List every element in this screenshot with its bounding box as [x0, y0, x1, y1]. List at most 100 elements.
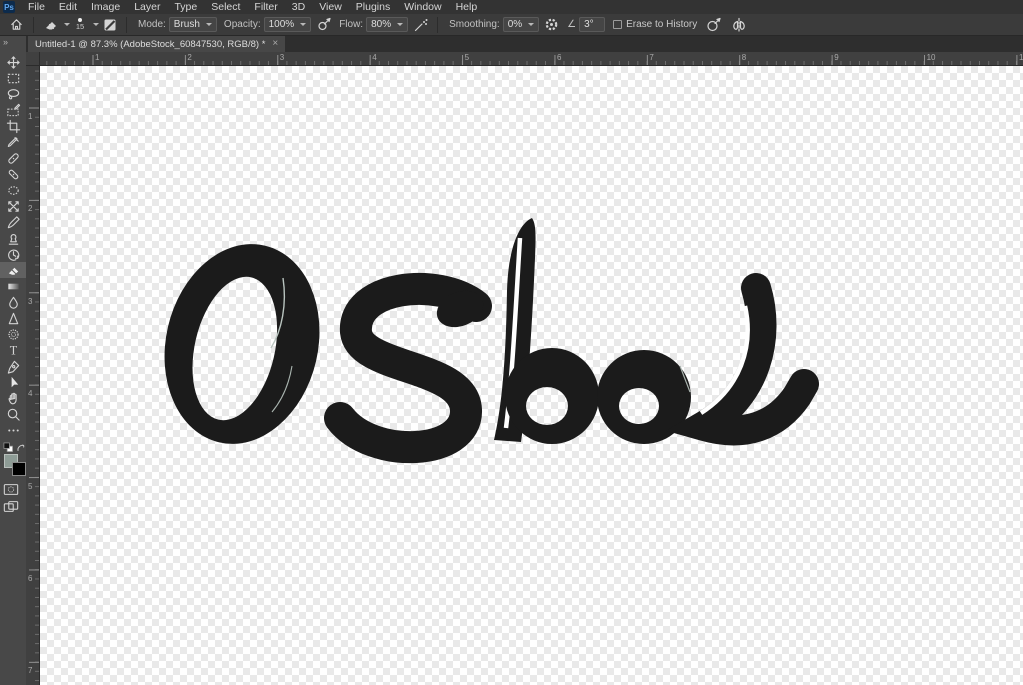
hand-tool[interactable] — [0, 390, 26, 406]
menu-item[interactable]: Help — [449, 0, 485, 14]
flow-dropdown[interactable]: 80% — [366, 17, 408, 32]
menu-bar: Ps FileEditImageLayerTypeSelectFilter3DV… — [0, 0, 1023, 14]
rectangular-marquee-tool[interactable] — [0, 70, 26, 86]
airbrush-icon[interactable] — [412, 16, 429, 33]
opacity-dropdown[interactable]: 100% — [264, 17, 312, 32]
horizontal-ruler[interactable]: 1234567891011 — [40, 52, 1023, 66]
chevron-down-icon[interactable] — [64, 23, 70, 26]
pressure-size-icon[interactable] — [705, 16, 722, 33]
type-tool[interactable]: T — [0, 342, 26, 358]
crop-tool[interactable] — [0, 118, 26, 134]
photoshop-logo: Ps — [3, 1, 15, 13]
menu-item[interactable]: Edit — [52, 0, 84, 14]
gear-icon[interactable] — [543, 16, 560, 33]
screen-mode-button[interactable] — [3, 499, 23, 513]
menu-item[interactable]: File — [21, 0, 52, 14]
pen-tool[interactable] — [0, 358, 26, 374]
path-selection-tool[interactable] — [0, 374, 26, 390]
tab-close-icon[interactable]: × — [272, 39, 278, 49]
menu-item[interactable]: View — [312, 0, 349, 14]
sharpen-tool[interactable] — [0, 310, 26, 326]
tools-list: T — [0, 54, 26, 438]
eraser-preset-icon[interactable] — [42, 16, 59, 33]
document-tab[interactable]: Untitled-1 @ 87.3% (AdobeStock_60847530,… — [28, 36, 285, 52]
angle-input[interactable]: 3° — [579, 17, 605, 32]
menu-item[interactable]: Plugins — [349, 0, 397, 14]
object-selection-tool[interactable] — [0, 102, 26, 118]
vertical-ruler[interactable]: 1234567 — [26, 66, 40, 685]
separator — [437, 17, 438, 33]
ruler-label: 6 — [557, 53, 561, 62]
brush-size: 15 — [76, 23, 84, 31]
artwork-letter-b — [494, 218, 599, 444]
eraser-tool[interactable] — [0, 262, 26, 278]
menu-item[interactable]: Window — [397, 0, 448, 14]
history-brush-tool[interactable] — [0, 246, 26, 262]
edit-toolbar-ellipsis[interactable] — [0, 422, 26, 438]
ruler-corner[interactable] — [26, 52, 40, 66]
ruler-label: 9 — [834, 53, 838, 62]
chevron-down-icon — [528, 23, 534, 26]
ruler-label: 7 — [649, 53, 653, 62]
mode-label: Mode: — [138, 19, 166, 30]
opacity-value: 100% — [269, 19, 295, 30]
angle-value: 3° — [584, 19, 594, 30]
separator — [126, 17, 127, 33]
move-tool[interactable] — [0, 54, 26, 70]
artwork-osba — [40, 66, 1023, 685]
menu-item[interactable]: Type — [167, 0, 204, 14]
chevron-down-icon[interactable] — [93, 23, 99, 26]
mode-value: Brush — [174, 19, 200, 30]
quick-mask-button[interactable] — [3, 482, 23, 496]
brush-preview-icon[interactable]: 15 — [72, 16, 88, 33]
toggle-brush-settings-icon[interactable] — [101, 16, 118, 33]
options-bar: 15 Mode: Brush Opacity: 100% Flow: 80% S… — [0, 14, 1023, 36]
paint-symmetry-icon[interactable] — [730, 16, 747, 33]
menu-item[interactable]: 3D — [285, 0, 312, 14]
ruler-label: 4 — [372, 53, 376, 62]
erase-to-history-label: Erase to History — [626, 19, 697, 30]
erase-to-history-checkbox[interactable] — [613, 20, 622, 29]
ruler-label: 3 — [280, 53, 284, 62]
document-tab-bar: Untitled-1 @ 87.3% (AdobeStock_60847530,… — [26, 36, 1023, 52]
chevron-down-icon — [206, 23, 212, 26]
color-controls — [0, 440, 26, 513]
ruler-label: 1 — [28, 112, 32, 121]
document-tab-title: Untitled-1 @ 87.3% (AdobeStock_60847530,… — [35, 39, 265, 50]
clone-stamp-tool[interactable] — [0, 230, 26, 246]
lasso-tool[interactable] — [0, 86, 26, 102]
spot-healing-brush-tool[interactable] — [0, 150, 26, 166]
ruler-label: 10 — [927, 53, 936, 62]
menu-item[interactable]: Layer — [127, 0, 167, 14]
brush-tool[interactable] — [0, 214, 26, 230]
menu-item[interactable]: Select — [204, 0, 247, 14]
ruler-label: 3 — [28, 297, 32, 306]
mode-dropdown[interactable]: Brush — [169, 17, 217, 32]
canvas[interactable] — [40, 66, 1023, 685]
zoom-tool[interactable] — [0, 406, 26, 422]
toolbar-collapse-chevrons[interactable]: » — [0, 36, 26, 50]
healing-brush-tool[interactable] — [0, 166, 26, 182]
opacity-label: Opacity: — [224, 19, 261, 30]
background-color-swatch[interactable] — [12, 462, 26, 476]
menu-item[interactable]: Image — [84, 0, 127, 14]
gradient-tool[interactable] — [0, 278, 26, 294]
eyedropper-tool[interactable] — [0, 134, 26, 150]
home-icon[interactable] — [8, 16, 25, 33]
smoothing-value: 0% — [508, 19, 522, 30]
ruler-label: 1 — [95, 53, 99, 62]
artwork-letter-O — [145, 228, 339, 459]
blur-tool[interactable] — [0, 294, 26, 310]
tools-panel: » — [0, 36, 26, 685]
ruler-label: 6 — [28, 574, 32, 583]
patch-tool[interactable] — [0, 182, 26, 198]
pressure-opacity-icon[interactable] — [315, 16, 332, 33]
content-aware-move-tool[interactable] — [0, 198, 26, 214]
smoothing-dropdown[interactable]: 0% — [503, 17, 539, 32]
type-tool-glyph: T — [9, 343, 17, 357]
flow-label: Flow: — [339, 19, 363, 30]
smudge-tool[interactable] — [0, 326, 26, 342]
ruler-label: 7 — [28, 666, 32, 675]
artwork-letter-s — [340, 284, 489, 447]
menu-item[interactable]: Filter — [247, 0, 284, 14]
